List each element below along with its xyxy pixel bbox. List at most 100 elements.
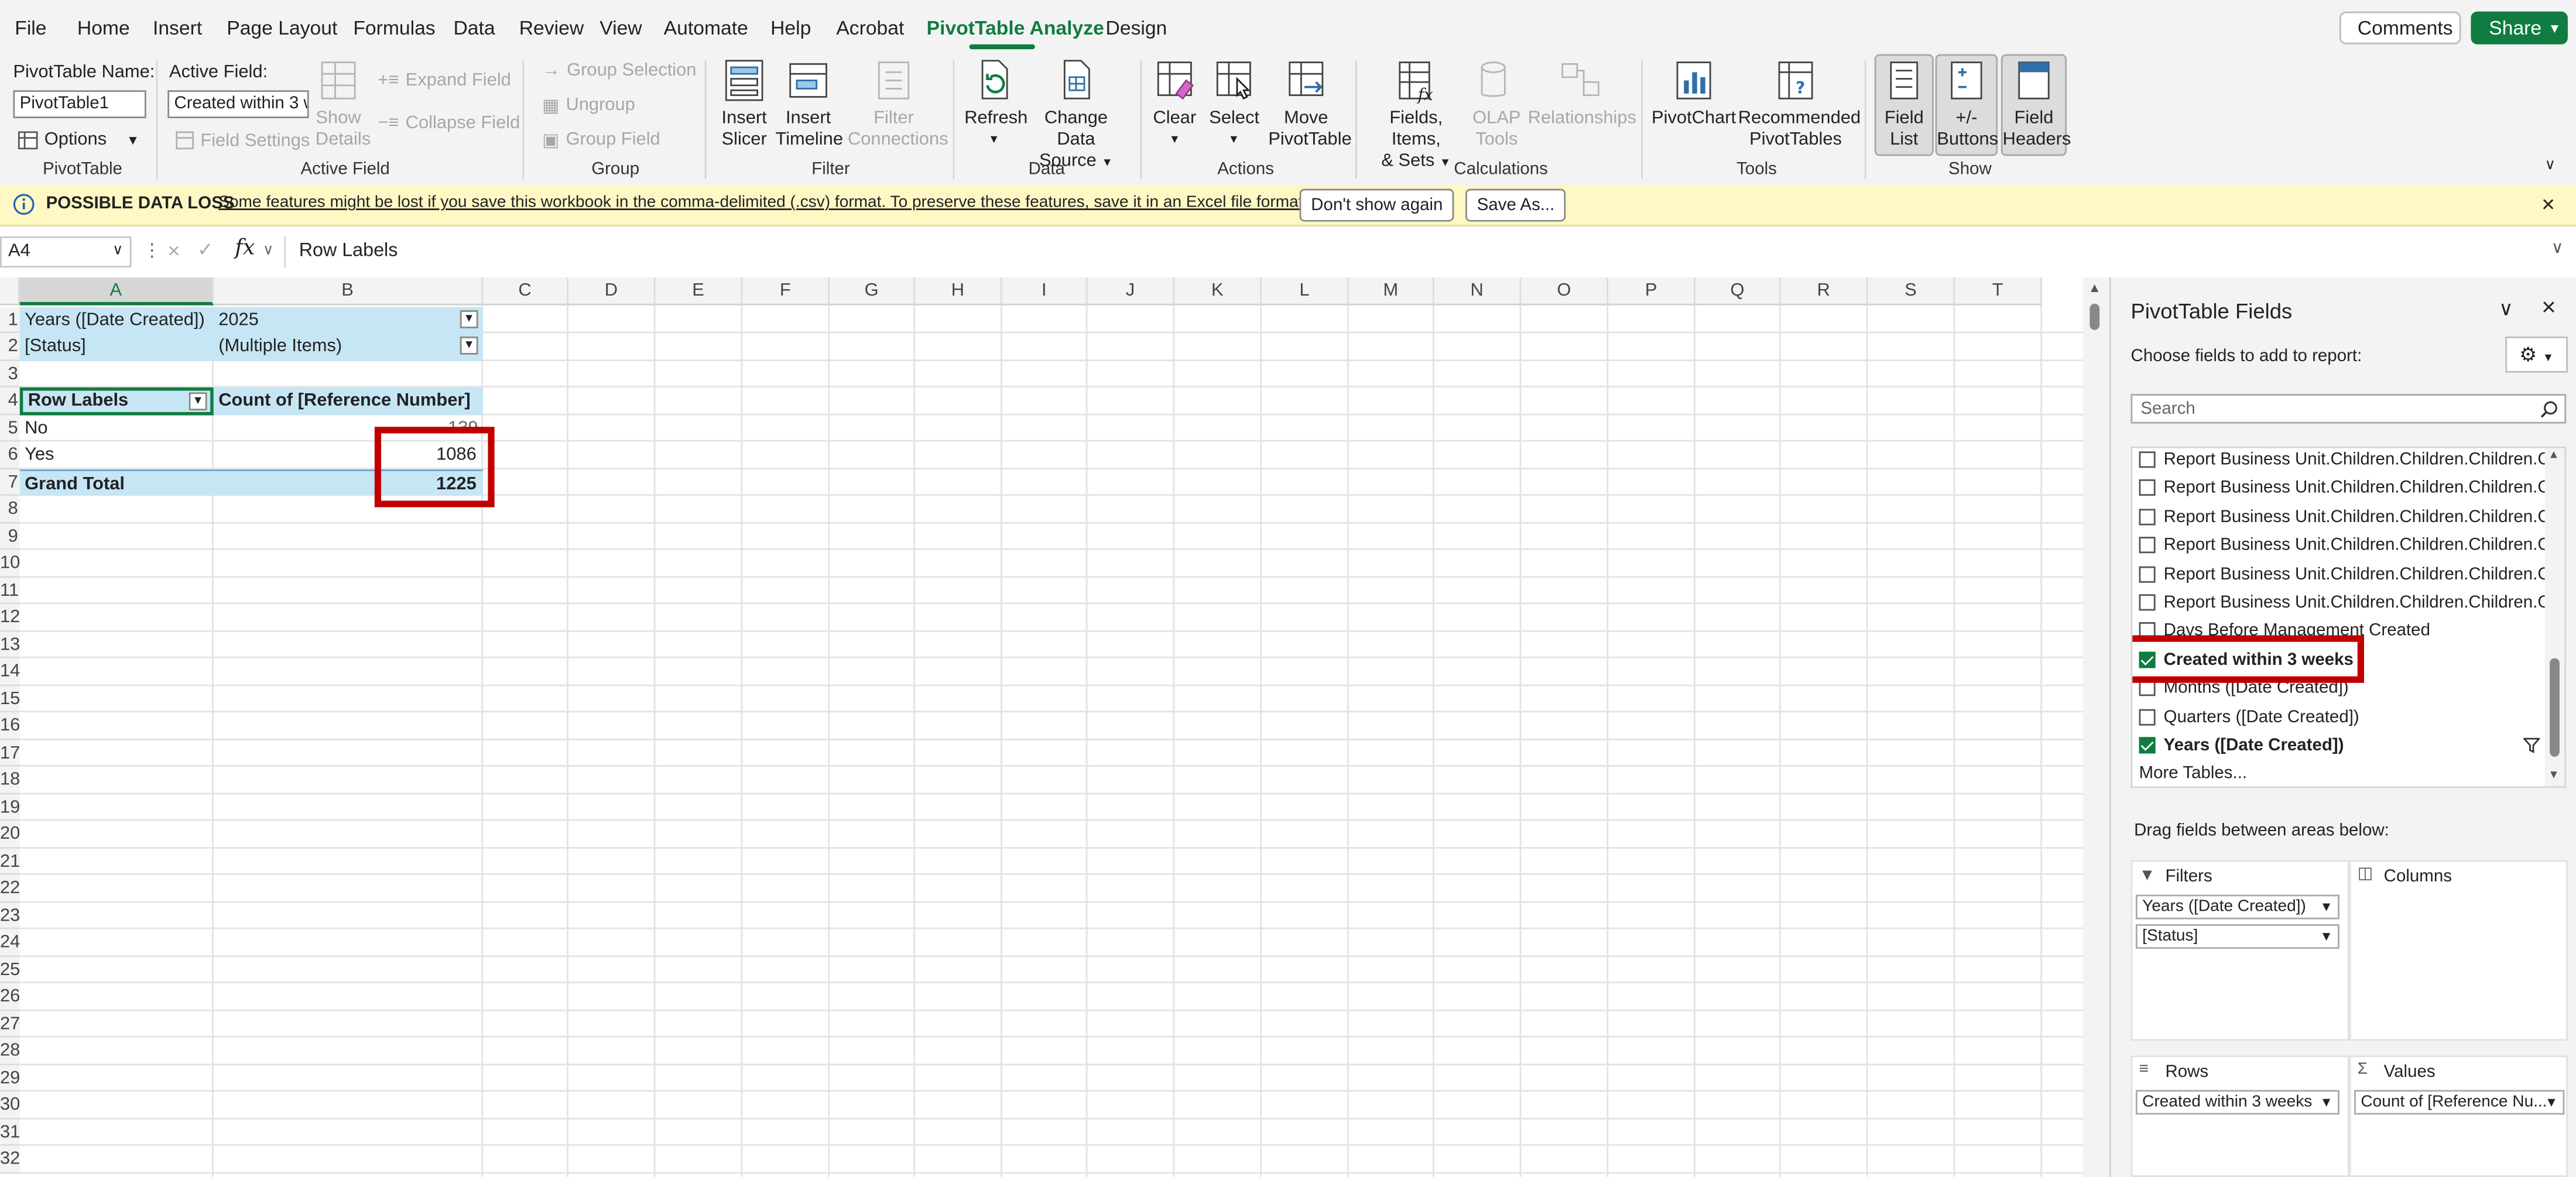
row-header-32[interactable]: 32 (0, 1145, 20, 1173)
tab-review[interactable]: Review (519, 16, 584, 39)
field-headers-toggle[interactable]: Field Headers (2000, 54, 2071, 156)
scroll-up-icon[interactable]: ▲ (2548, 449, 2559, 461)
column-header-t[interactable]: T (1955, 277, 2043, 306)
scrollbar-thumb[interactable] (2550, 658, 2560, 757)
column-header-n[interactable]: N (1434, 277, 1522, 306)
row-header-12[interactable]: 12 (0, 604, 20, 632)
row-header-15[interactable]: 15 (0, 685, 20, 713)
row-header-24[interactable]: 24 (0, 929, 20, 956)
pivottable-name-input[interactable]: PivotTable1 (13, 90, 146, 118)
save-as-button[interactable]: Save As... (1465, 188, 1567, 222)
column-header-f[interactable]: F (742, 277, 830, 306)
tab-automate[interactable]: Automate (664, 16, 748, 39)
tab-formulas[interactable]: Formulas (353, 16, 435, 39)
column-header-m[interactable]: M (1348, 277, 1434, 306)
pivot-grand-total-label[interactable]: Grand Total (19, 468, 214, 496)
change-data-source-button[interactable]: Change Data Source ▼ (1029, 57, 1124, 174)
pivot-values-header[interactable]: Count of [Reference Number] (213, 387, 483, 415)
row-header-4[interactable]: 4 (0, 387, 20, 415)
pivotchart-button[interactable]: PivotChart (1651, 57, 1736, 129)
field-item[interactable]: Report Business Unit.Children.Children.C… (2139, 475, 2564, 502)
rows-area[interactable]: ≡ Rows Created within 3 weeks ▼ (2130, 1055, 2349, 1177)
column-header-l[interactable]: L (1262, 277, 1349, 306)
filters-area[interactable]: ▼ Filters Years ([Date Created]) ▼ [Statu… (2130, 860, 2349, 1041)
row-header-29[interactable]: 29 (0, 1064, 20, 1092)
close-icon[interactable]: × (2541, 294, 2556, 322)
value-chip[interactable]: Count of [Reference Nu... ▼ (2354, 1090, 2565, 1115)
olap-tools-button[interactable]: OLAP Tools (1469, 57, 1525, 151)
active-field-input[interactable]: Created within 3 w (167, 90, 309, 118)
spreadsheet-grid[interactable]: Years ([Date Created]) 2025 [Status] (Mu… (0, 277, 2084, 1177)
row-header-10[interactable]: 10 (0, 550, 20, 577)
expand-field-button[interactable]: +≡ Expand Field (378, 71, 511, 91)
row-header-17[interactable]: 17 (0, 739, 20, 767)
close-icon[interactable]: × (2541, 190, 2555, 217)
row-header-27[interactable]: 27 (0, 1010, 20, 1038)
insert-slicer-button[interactable]: Insert Slicer (718, 57, 770, 151)
checkbox[interactable] (2139, 565, 2156, 582)
column-header-s[interactable]: S (1868, 277, 1955, 306)
filter-connections-button[interactable]: Filter Connections (848, 57, 948, 151)
select-button[interactable]: Select ▼ (1209, 57, 1259, 151)
row-header-25[interactable]: 25 (0, 956, 20, 984)
columns-area[interactable]: ◫ Columns (2349, 860, 2568, 1041)
options-button[interactable]: Options ▼ (18, 130, 139, 149)
group-selection-button[interactable]: → Group Selection (542, 61, 696, 81)
scroll-down-icon[interactable]: ▼ (2548, 770, 2559, 781)
row-header-19[interactable]: 19 (0, 794, 20, 821)
ungroup-button[interactable]: ▦ Ungroup (542, 95, 635, 116)
insert-function-icon[interactable]: fx (235, 236, 255, 261)
field-item[interactable]: Quarters ([Date Created]) (2139, 704, 2359, 730)
name-box[interactable]: A4 ∨ (0, 236, 132, 268)
share-button[interactable]: Share ▼ (2471, 11, 2568, 44)
row-header-11[interactable]: 11 (0, 577, 20, 605)
row-header-13[interactable]: 13 (0, 631, 20, 658)
ribbon-collapse-icon[interactable]: ∨ (2545, 156, 2556, 174)
tab-design[interactable]: Design (1106, 16, 1167, 39)
field-item[interactable]: Report Business Unit.Children.Children.C… (2139, 561, 2564, 587)
tab-insert[interactable]: Insert (153, 16, 202, 39)
row-header-30[interactable]: 30 (0, 1092, 20, 1119)
row-chip[interactable]: Created within 3 weeks ▼ (2135, 1090, 2339, 1115)
row-header-8[interactable]: 8 (0, 496, 20, 523)
field-item[interactable]: Report Business Unit.Children.Children.C… (2139, 448, 2564, 473)
row-header-16[interactable]: 16 (0, 712, 20, 740)
fields-items-sets-button[interactable]: fx Fields, Items, & Sets ▼ (1367, 57, 1465, 174)
dont-show-again-button[interactable]: Don't show again (1299, 188, 1455, 222)
checkbox[interactable] (2139, 537, 2156, 554)
tab-home[interactable]: Home (77, 16, 130, 39)
row-header-5[interactable]: 5 (0, 414, 20, 442)
scroll-up-icon[interactable]: ▲ (2088, 281, 2101, 296)
checkbox-checked[interactable] (2139, 737, 2156, 754)
row-header-28[interactable]: 28 (0, 1037, 20, 1065)
expand-formula-bar-icon[interactable]: ∨ (2551, 239, 2564, 258)
checkbox[interactable] (2139, 480, 2156, 497)
checkbox[interactable] (2139, 594, 2156, 611)
row-header-9[interactable]: 9 (0, 523, 20, 550)
tab-acrobat[interactable]: Acrobat (836, 16, 904, 39)
column-header-b[interactable]: B (213, 277, 483, 306)
filter-dropdown-icon[interactable]: ▼ (460, 310, 478, 328)
row-header-21[interactable]: 21 (0, 847, 20, 875)
scrollbar-thumb[interactable] (2089, 303, 2100, 330)
select-all-corner[interactable] (0, 277, 20, 306)
row-header-1[interactable]: 1 (0, 306, 20, 334)
pivot-filter1-value[interactable]: 2025 (213, 306, 483, 334)
column-header-j[interactable]: J (1087, 277, 1175, 306)
gear-icon[interactable]: ⚙ ▼ (2505, 336, 2568, 373)
relationships-button[interactable]: Relationships (1528, 57, 1636, 129)
field-list-scrollbar[interactable]: ▲ ▼ (2544, 448, 2565, 787)
chevron-down-icon[interactable]: ∨ (2499, 297, 2513, 320)
insert-timeline-button[interactable]: Insert Timeline (775, 57, 843, 151)
row-labels-dropdown-icon[interactable]: ▼ (189, 392, 207, 411)
row-header-6[interactable]: 6 (0, 441, 20, 469)
tab-page-layout[interactable]: Page Layout (227, 16, 337, 39)
row-header-18[interactable]: 18 (0, 766, 20, 794)
column-header-d[interactable]: D (568, 277, 656, 306)
pivot-filter2-label[interactable]: [Status] (19, 333, 214, 361)
column-header-o[interactable]: O (1521, 277, 1609, 306)
row-header-23[interactable]: 23 (0, 902, 20, 929)
column-header-h[interactable]: H (915, 277, 1002, 306)
row-header-3[interactable]: 3 (0, 360, 20, 387)
pivot-row-label[interactable]: Yes (20, 441, 214, 468)
